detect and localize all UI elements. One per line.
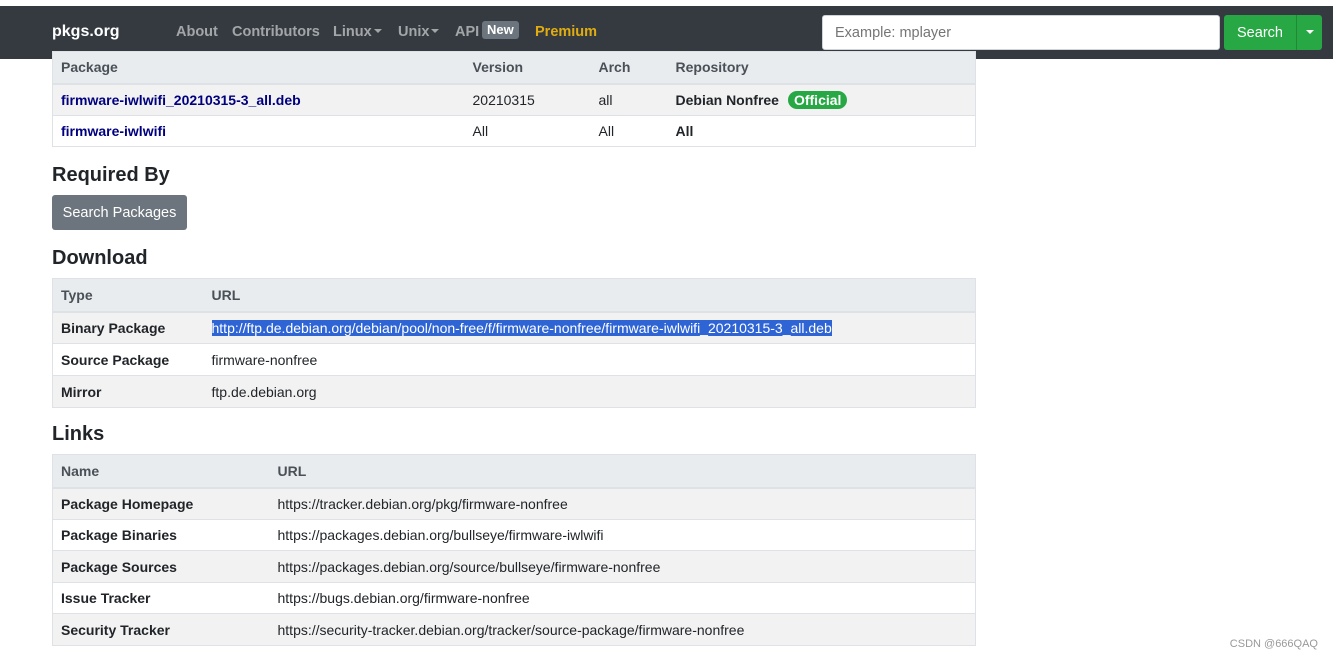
repository-name: Debian Nonfree [675,91,779,108]
version-cell: 20210315 [464,83,591,116]
url-cell: firmware-nonfree [203,343,976,376]
type-cell: Binary Package [52,311,204,344]
arch-cell: all [590,83,668,116]
type-cell: Source Package [52,343,204,376]
chevron-down-icon [431,29,440,34]
nav-about[interactable]: About [176,24,218,40]
table-row: firmware-iwlwifi All All All [52,115,976,147]
url-cell: ftp.de.debian.org [203,375,976,408]
table-row: Issue Tracker https://bugs.debian.org/fi… [52,582,976,614]
repository-cell: All [667,115,976,147]
link-url-cell: https://bugs.debian.org/firmware-nonfree [269,582,976,614]
required-by-heading: Required By [52,164,170,186]
table-row: Source Package firmware-nonfree [52,343,976,376]
download-table: Type URL Binary Package http://ftp.de.de… [52,278,976,408]
col-repository: Repository [667,51,976,85]
nav-contributors[interactable]: Contributors [232,24,320,40]
link-url-cell: https://security-tracker.debian.org/trac… [269,613,976,646]
type-cell: Mirror [52,375,204,408]
arch-cell: All [590,115,668,147]
search-button[interactable]: Search [1224,15,1296,50]
table-header-row: Type URL [52,278,976,313]
package-cell: firmware-iwlwifi_20210315-3_all.deb [52,83,465,116]
table-row: Binary Package http://ftp.de.debian.org/… [52,311,976,344]
col-version: Version [464,51,591,85]
col-package: Package [52,51,465,85]
table-row: Package Homepage https://tracker.debian.… [52,487,976,520]
col-arch: Arch [590,51,668,85]
binary-package-url-selected[interactable]: http://ftp.de.debian.org/debian/pool/non… [211,319,832,336]
package-link[interactable]: firmware-iwlwifi [61,123,166,139]
table-header-row: Name URL [52,454,976,489]
official-badge: Official [787,90,848,109]
link-name-cell: Package Sources [52,550,270,583]
search-input[interactable] [822,15,1220,50]
table-header-row: Package Version Arch Repository [52,51,976,85]
repository-name: All [675,123,694,139]
nav-premium[interactable]: Premium [535,24,597,40]
download-heading: Download [52,247,148,269]
search-packages-button[interactable]: Search Packages [52,195,187,230]
table-row: Package Sources https://packages.debian.… [52,550,976,583]
link-name-cell: Package Homepage [52,487,270,520]
package-link[interactable]: firmware-iwlwifi_20210315-3_all.deb [61,92,301,108]
chevron-down-icon [373,29,382,34]
search-options-dropdown[interactable] [1296,15,1322,50]
link-url-cell: https://tracker.debian.org/pkg/firmware-… [269,487,976,520]
nav-unix-dropdown[interactable]: Unix [398,24,440,40]
table-row: Package Binaries https://packages.debian… [52,519,976,551]
table-row: firmware-iwlwifi_20210315-3_all.deb 2021… [52,83,976,116]
table-row: Mirror ftp.de.debian.org [52,375,976,408]
col-url: URL [203,278,976,313]
packages-table: Package Version Arch Repository firmware… [52,51,976,147]
link-name-cell: Security Tracker [52,613,270,646]
package-cell: firmware-iwlwifi [52,115,465,147]
link-name-cell: Issue Tracker [52,582,270,614]
nav-linux-dropdown[interactable]: Linux [333,24,382,40]
watermark: CSDN @666QAQ [1229,638,1318,650]
col-type: Type [52,278,204,313]
table-row: Security Tracker https://security-tracke… [52,613,976,646]
nav-unix-label: Unix [398,24,430,40]
chevron-down-icon [1306,30,1314,34]
links-table: Name URL Package Homepage https://tracke… [52,454,976,646]
url-cell: http://ftp.de.debian.org/debian/pool/non… [203,311,976,344]
link-url-cell: https://packages.debian.org/bullseye/fir… [269,519,976,551]
version-cell: All [464,115,591,147]
col-url: URL [269,454,976,489]
repository-cell: Debian Nonfree Official [667,83,976,116]
links-heading: Links [52,423,105,445]
link-name-cell: Package Binaries [52,519,270,551]
nav-api[interactable]: API [455,24,479,40]
col-name: Name [52,454,270,489]
new-badge: New [482,21,519,39]
brand-logo[interactable]: pkgs.org [52,23,120,41]
nav-linux-label: Linux [333,24,372,40]
link-url-cell: https://packages.debian.org/source/bulls… [269,550,976,583]
